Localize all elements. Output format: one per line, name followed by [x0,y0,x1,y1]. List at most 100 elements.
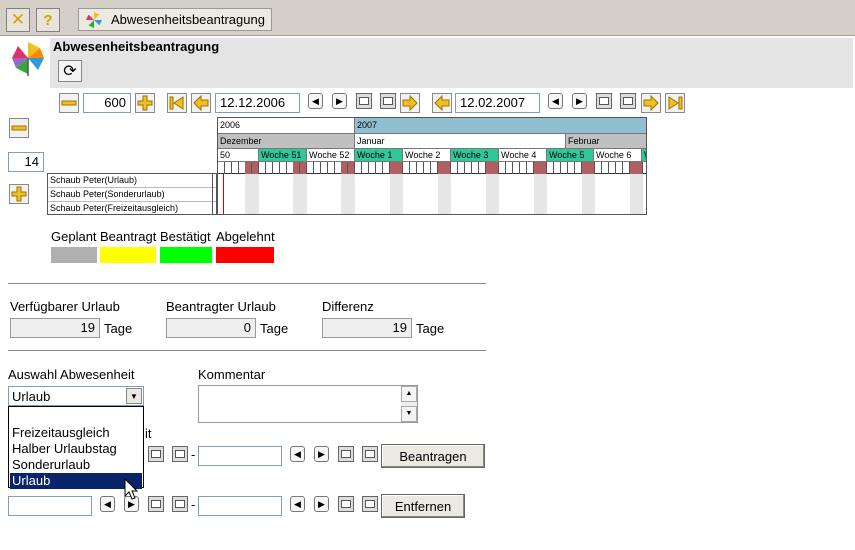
divider [8,350,486,352]
option-freizeitausgleich[interactable]: Freizeitausgleich [10,425,142,441]
zoom-out-button[interactable] [59,93,79,113]
option-sonderurlaub[interactable]: Sonderurlaub [10,457,142,473]
comment-label: Kommentar [198,367,266,382]
close-icon[interactable]: ✕ [6,8,30,32]
option-halber-urlaubstag[interactable]: Halber Urlaubstag [10,441,142,457]
start-next-button[interactable]: ▶ [332,93,347,109]
weekend-column [293,174,300,214]
chevron-down-icon[interactable]: ▼ [126,388,142,404]
remove-from-month-calendar-button[interactable] [172,496,188,512]
remove-to-prev-button[interactable]: ◀ [290,496,305,512]
to-calendar-button[interactable] [338,446,354,462]
comment-textarea[interactable]: ▲ ▼ [198,385,418,423]
day-cell [252,162,259,174]
from-calendar-button[interactable] [148,446,164,462]
start-prev-button[interactable]: ◀ [308,93,323,109]
start-calendar-button[interactable] [356,93,372,109]
resource-row: Schaub Peter(Freizeitausgleich) [50,203,179,213]
help-icon[interactable]: ? [36,8,60,32]
rows-decrease-button[interactable] [9,118,29,138]
day-cell [417,162,424,174]
remove-to-calendar-button[interactable] [338,496,354,512]
weekend-column [444,174,451,214]
scroll-down-icon[interactable]: ▼ [401,406,417,422]
resource-list: Schaub Peter(Urlaub) Schaub Peter(Sonder… [47,173,217,215]
calendar-month-icon [365,500,375,508]
to-prev-button[interactable]: ◀ [290,446,305,462]
app-logo-icon [12,42,44,76]
week-51: Woche 51 [259,148,307,161]
calendar-month-icon [365,450,375,458]
end-calendar-button[interactable] [596,93,612,109]
end-next-button[interactable] [641,93,661,113]
first-button[interactable] [167,93,187,113]
weekend-column [396,174,403,214]
calendar-icon [341,500,351,508]
refresh-button[interactable]: ⟳ [58,60,82,82]
day-cell [609,162,616,174]
zoom-input[interactable]: 600 [83,93,131,113]
legend-abgelehnt: Abgelehnt [216,229,275,244]
day-cell [588,162,595,174]
legend-swatch-beantragt [100,247,156,263]
rows-increase-button[interactable] [9,184,29,204]
to-date-input[interactable] [198,446,282,466]
day-cell [266,162,273,174]
last-button[interactable] [665,93,685,113]
day-cell [293,162,300,174]
remove-from-prev-button[interactable]: ◀ [100,496,115,512]
day-cell [513,162,520,174]
to-next-button[interactable]: ▶ [314,446,329,462]
day-cell [595,162,602,174]
remove-to-next-button[interactable]: ▶ [314,496,329,512]
day-cell [245,162,252,174]
minus-icon [11,125,27,131]
triangle-right-icon: ▶ [336,95,343,106]
from-month-calendar-button[interactable] [172,446,188,462]
weekend-column [540,174,547,214]
day-cell [348,162,355,174]
day-cell [444,162,451,174]
start-date-input[interactable]: 12.12.2006 [215,93,300,113]
end-date-input[interactable]: 12.02.2007 [455,93,540,113]
calendar-icon [359,97,369,105]
absence-select[interactable]: Urlaub ▼ [8,386,144,406]
triangle-right-icon: ▶ [576,95,583,106]
week-5: Woche 5 [547,148,594,161]
remove-to-month-calendar-button[interactable] [362,496,378,512]
resource-divider [212,173,217,215]
tab-abwesenheitsbeantragung[interactable]: Abwesenheitsbeantragung [78,8,272,31]
day-cell [616,162,623,174]
next-button[interactable] [400,93,420,113]
requested-value: 0 [166,318,256,338]
day-cell [568,162,575,174]
triangle-left-icon: ◀ [552,95,559,106]
end-month-calendar-button[interactable] [620,93,636,109]
prev-button[interactable] [191,93,211,113]
end-prev-button[interactable] [432,93,452,113]
start-month-calendar-button[interactable] [380,93,396,109]
arrow-right-icon [402,95,418,111]
comment-scrollbar[interactable]: ▲ ▼ [401,386,417,422]
week-50: 50 [218,148,259,161]
request-button[interactable]: Beantragen [381,444,485,468]
day-cell [424,162,431,174]
triangle-left-icon: ◀ [294,448,301,459]
option-urlaub[interactable]: Urlaub [10,473,142,489]
to-month-calendar-button[interactable] [362,446,378,462]
remove-from-date-input[interactable] [8,496,92,516]
triangle-right-icon: ▶ [318,498,325,509]
remove-button[interactable]: Entfernen [381,494,465,518]
end-date-prev-button[interactable]: ◀ [548,93,563,109]
zoom-in-button[interactable] [135,93,155,113]
weekend-column [588,174,595,214]
legend-bestaetigt: Bestätigt [160,229,211,244]
end-date-next-button[interactable]: ▶ [572,93,587,109]
year-2007: 2007 [355,118,646,133]
remove-from-calendar-button[interactable] [148,496,164,512]
month-december: Dezember [218,133,355,148]
remove-to-date-input[interactable] [198,496,282,516]
scroll-up-icon[interactable]: ▲ [401,386,417,402]
rows-input[interactable]: 14 [8,152,44,172]
day-cell [643,162,646,174]
